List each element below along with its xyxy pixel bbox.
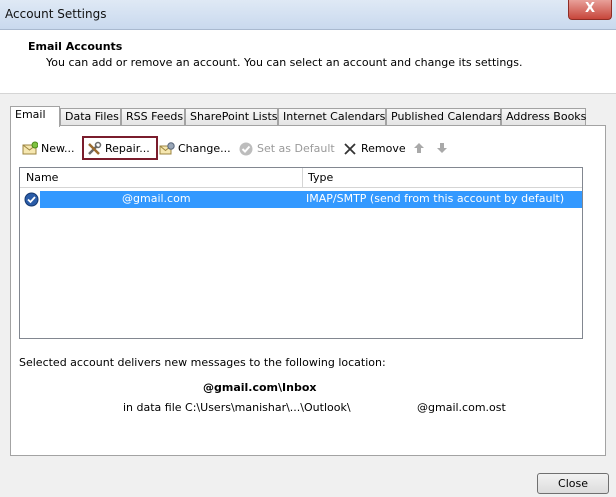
delivery-caption: Selected account delivers new messages t… xyxy=(19,356,386,369)
new-mail-icon xyxy=(22,141,38,155)
account-list[interactable]: Name Type @gmail.com IMAP/SMTP (send fro… xyxy=(19,167,583,339)
set-default-label: Set as Default xyxy=(257,142,335,155)
remove-x-icon xyxy=(344,143,356,155)
account-name-cell: @gmail.com xyxy=(122,192,191,205)
delivery-folder: @gmail.com\Inbox xyxy=(203,381,317,394)
column-divider[interactable] xyxy=(302,168,303,188)
account-type-cell: IMAP/SMTP (send from this account by def… xyxy=(306,192,565,205)
data-file-name: @gmail.com.ost xyxy=(417,401,506,414)
close-button-label: Close xyxy=(558,477,588,490)
tab-sharepoint-lists[interactable]: SharePoint Lists xyxy=(185,108,278,126)
close-button[interactable]: Close xyxy=(537,473,609,494)
tab-internet-calendars[interactable]: Internet Calendars xyxy=(278,108,386,126)
set-default-button[interactable]: Set as Default xyxy=(236,141,335,159)
tab-rss-feeds[interactable]: RSS Feeds xyxy=(121,108,185,126)
change-label: Change... xyxy=(178,142,231,155)
column-header-type[interactable]: Type xyxy=(308,171,333,184)
remove-button[interactable]: Remove xyxy=(340,141,406,159)
change-settings-icon xyxy=(159,142,175,155)
tab-published-calendars[interactable]: Published Calendars xyxy=(386,108,503,126)
tools-icon xyxy=(88,141,102,155)
remove-label: Remove xyxy=(361,142,406,155)
window-close-button[interactable]: X xyxy=(568,0,612,20)
tab-email[interactable]: Email xyxy=(10,106,60,127)
move-up-arrow-icon[interactable] xyxy=(413,142,425,154)
header-title: Email Accounts xyxy=(28,40,123,53)
tab-data-files[interactable]: Data Files xyxy=(60,108,121,126)
column-header-name[interactable]: Name xyxy=(26,171,58,184)
close-icon: X xyxy=(584,1,596,16)
header-description: You can add or remove an account. You ca… xyxy=(46,56,523,69)
change-button[interactable]: Change... xyxy=(157,141,231,159)
new-account-label: New... xyxy=(41,142,75,155)
dialog-header: Email Accounts You can add or remove an … xyxy=(0,30,616,94)
check-circle-icon xyxy=(239,142,253,156)
window-title: Account Settings xyxy=(5,7,107,21)
list-header: Name Type xyxy=(20,168,582,188)
move-down-arrow-icon[interactable] xyxy=(436,142,448,154)
email-tab-panel: New... Repair... Change... Set as Defaul… xyxy=(10,125,606,456)
repair-label: Repair... xyxy=(105,142,150,155)
title-bar: Account Settings X xyxy=(0,0,616,30)
default-account-check-icon xyxy=(24,192,39,207)
repair-button[interactable]: Repair... xyxy=(84,141,150,159)
tab-address-books[interactable]: Address Books xyxy=(501,108,586,126)
new-account-button[interactable]: New... xyxy=(20,141,74,159)
data-file-path: in data file C:\Users\manishar\...\Outlo… xyxy=(123,401,351,414)
table-row[interactable]: @gmail.com IMAP/SMTP (send from this acc… xyxy=(40,191,582,208)
